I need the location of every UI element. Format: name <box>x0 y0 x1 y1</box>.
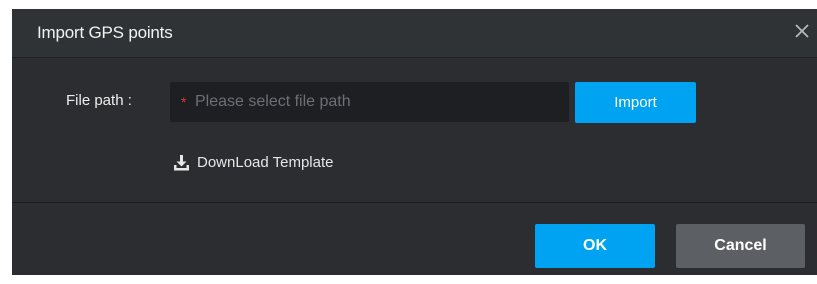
import-button[interactable]: Import <box>575 82 696 123</box>
required-marker: * <box>181 94 187 110</box>
ok-button[interactable]: OK <box>535 224 655 268</box>
dialog-footer: OK Cancel <box>12 203 817 275</box>
download-template-label: DownLoad Template <box>197 154 334 171</box>
dialog-body: File path : * Please select file path Im… <box>12 58 817 203</box>
close-icon[interactable] <box>791 20 813 42</box>
dialog-title: Import GPS points <box>37 23 173 42</box>
file-path-label: File path : <box>66 92 132 109</box>
import-gps-dialog: Import GPS points File path : * Please s… <box>12 9 817 275</box>
file-path-placeholder: Please select file path <box>195 93 351 110</box>
download-template-link[interactable]: DownLoad Template <box>173 154 333 171</box>
dialog-header: Import GPS points <box>12 9 817 58</box>
file-path-input[interactable]: * Please select file path <box>170 82 569 122</box>
download-icon <box>174 155 189 171</box>
cancel-button[interactable]: Cancel <box>676 224 805 268</box>
